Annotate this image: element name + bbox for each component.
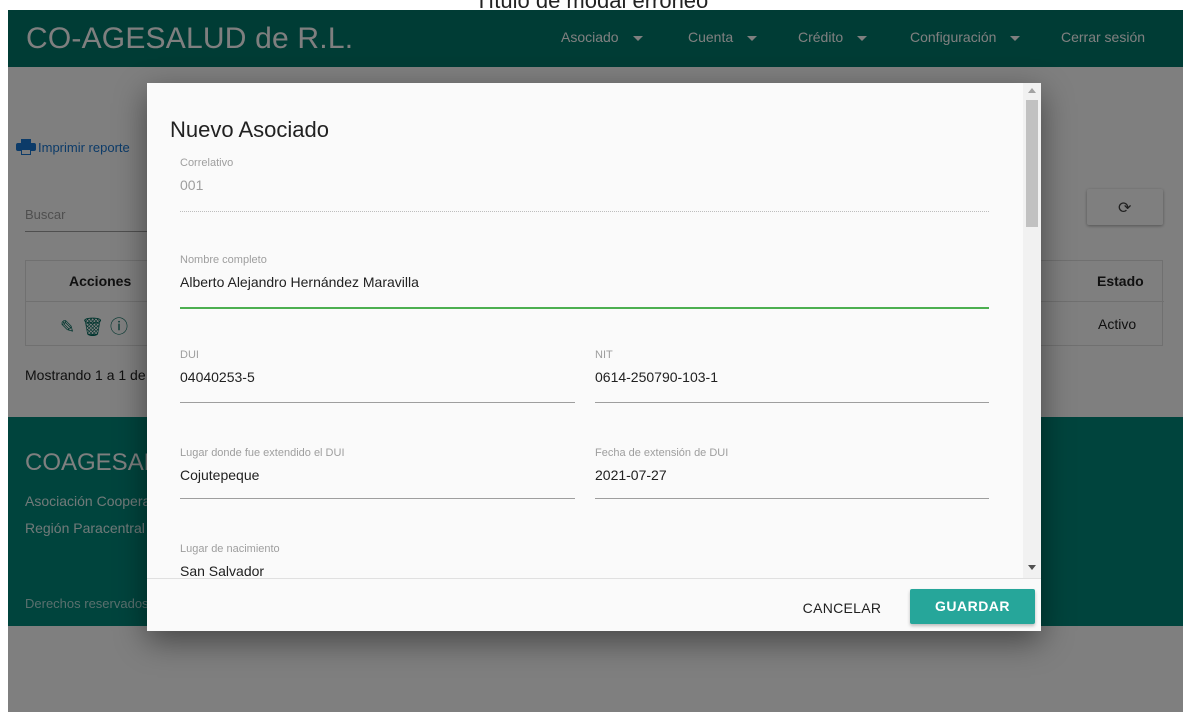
modal-caption-text: Título de modal erroneo	[474, 0, 709, 13]
field-underline-focused	[180, 307, 989, 309]
dui-date-label: Fecha de extensión de DUI	[595, 447, 729, 459]
dui-date-value[interactable]: 2021-07-27	[595, 467, 667, 483]
dui-label: DUI	[180, 349, 199, 361]
modal-scrollbar[interactable]	[1023, 83, 1041, 578]
field-underline	[595, 498, 989, 499]
correlativo-label: Correlativo	[180, 157, 234, 169]
dui-value[interactable]: 04040253-5	[180, 369, 255, 385]
new-associate-modal: Nuevo Asociado Correlativo 001 Nombre co…	[147, 83, 1041, 631]
birth-place-value[interactable]: San Salvador	[180, 563, 264, 578]
field-underline	[595, 402, 989, 403]
dui-field[interactable]: DUI 04040253-5	[180, 349, 575, 403]
modal-title: Nuevo Asociado	[170, 117, 329, 142]
field-underline	[180, 402, 575, 403]
dui-date-field[interactable]: Fecha de extensión de DUI 2021-07-27	[595, 447, 989, 499]
correlativo-value: 001	[180, 177, 204, 193]
nit-value[interactable]: 0614-250790-103-1	[595, 369, 718, 385]
dui-place-label: Lugar donde fue extendido el DUI	[180, 447, 345, 459]
modal-footer: CANCELAR GUARDAR	[147, 578, 1041, 631]
birth-place-field[interactable]: Lugar de nacimiento San Salvador	[180, 543, 989, 578]
save-button[interactable]: GUARDAR	[910, 589, 1035, 624]
dui-place-value[interactable]: Cojutepeque	[180, 467, 259, 483]
nit-field[interactable]: NIT 0614-250790-103-1	[595, 349, 989, 403]
full-name-label: Nombre completo	[180, 254, 267, 266]
birth-place-label: Lugar de nacimiento	[180, 543, 280, 555]
scroll-down-arrow-icon[interactable]	[1028, 565, 1036, 570]
nit-label: NIT	[595, 349, 613, 361]
scrollbar-thumb[interactable]	[1026, 100, 1038, 227]
field-underline	[180, 211, 989, 212]
scroll-up-arrow-icon[interactable]	[1028, 88, 1036, 93]
dui-place-field[interactable]: Lugar donde fue extendido el DUI Cojutep…	[180, 447, 575, 499]
modal-body: Nuevo Asociado Correlativo 001 Nombre co…	[147, 83, 1023, 578]
correlativo-field: Correlativo 001	[180, 157, 989, 212]
full-name-value[interactable]: Alberto Alejandro Hernández Maravilla	[180, 274, 419, 290]
cancel-button[interactable]: CANCELAR	[795, 591, 889, 625]
full-name-field[interactable]: Nombre completo Alberto Alejandro Hernán…	[180, 254, 989, 309]
field-underline	[180, 498, 575, 499]
